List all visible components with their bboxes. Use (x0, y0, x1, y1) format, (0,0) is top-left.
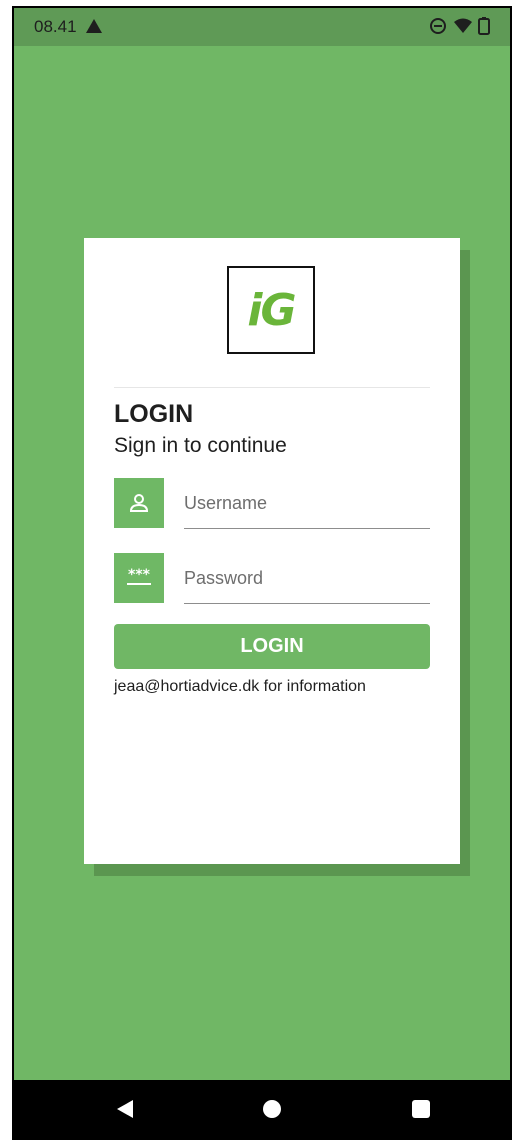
recents-icon[interactable] (412, 1100, 430, 1118)
login-button[interactable]: LOGIN (114, 624, 430, 669)
password-input[interactable] (184, 553, 430, 604)
warning-icon (86, 19, 102, 33)
username-field-row (114, 478, 430, 530)
svg-text:***: *** (128, 568, 151, 583)
navigation-bar (14, 1080, 510, 1138)
status-time: 08.41 (34, 17, 77, 36)
username-input[interactable] (184, 478, 430, 529)
battery-icon (478, 17, 490, 35)
password-field-row: *** (114, 553, 430, 605)
login-subtitle: Sign in to continue (114, 434, 287, 457)
do-not-disturb-icon (430, 18, 446, 34)
home-icon[interactable] (263, 1100, 281, 1118)
login-title: LOGIN (114, 400, 194, 428)
logo-text: iG (247, 284, 296, 336)
app-logo: iG (227, 266, 315, 354)
divider (114, 387, 430, 388)
status-icons (430, 17, 490, 35)
status-bar: 08.41 (14, 8, 510, 46)
back-icon[interactable] (117, 1100, 133, 1118)
info-text: jeaa@hortiadvice.dk for information (114, 678, 366, 695)
password-icon: *** (114, 553, 164, 603)
wifi-icon (454, 18, 472, 33)
user-icon (114, 478, 164, 528)
login-card: iG LOGIN Sign in to continue *** (84, 238, 460, 864)
phone-screen: 08.41 iG LOGIN Sign in to continue Usern… (12, 6, 512, 1140)
